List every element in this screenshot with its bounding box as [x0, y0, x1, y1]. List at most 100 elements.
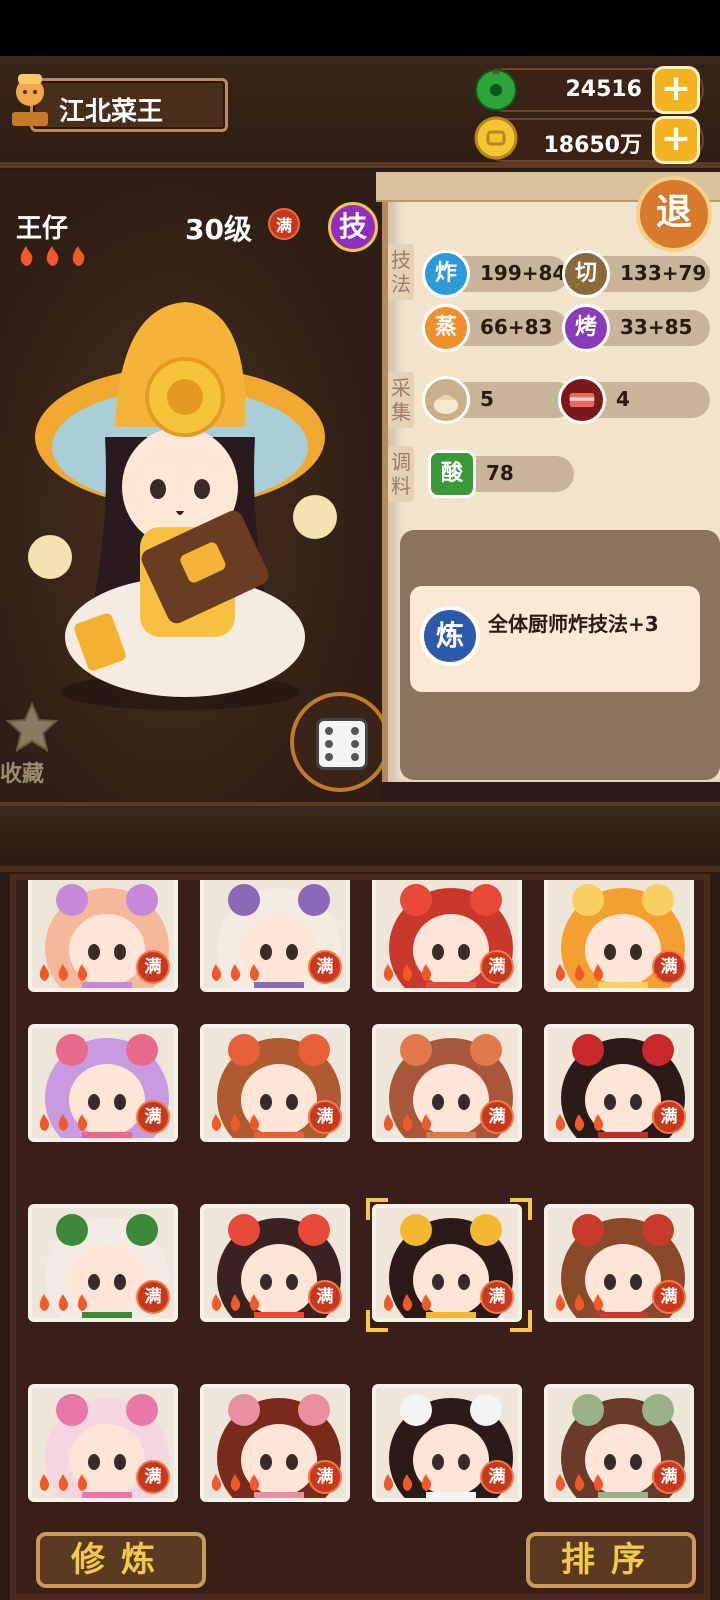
favorite-label[interactable]: 收藏	[0, 756, 44, 788]
skill-fry-value: 199+84	[480, 261, 567, 285]
max-level-badge: 满	[308, 1100, 342, 1134]
gather-flour-value: 5	[480, 387, 494, 411]
max-level-badge: 满	[268, 208, 300, 240]
max-level-badge: 满	[480, 1460, 514, 1494]
max-level-badge: 满	[308, 1280, 342, 1314]
rarity-flames-icon	[555, 1474, 604, 1491]
max-level-badge: 满	[136, 1460, 170, 1494]
chef-card[interactable]: 满	[28, 1204, 178, 1322]
chef-card[interactable]: 满	[200, 1024, 350, 1142]
dice-icon	[316, 718, 368, 770]
chef-card[interactable]: 满	[372, 1204, 522, 1322]
max-level-badge: 满	[652, 1460, 686, 1494]
chef-card[interactable]: 满	[372, 880, 522, 992]
cut-icon: 切	[562, 250, 610, 298]
chef-card[interactable]: 满	[372, 1384, 522, 1502]
max-level-badge: 满	[136, 1100, 170, 1134]
max-level-badge: 满	[480, 1280, 514, 1314]
skills-section-label: 技法	[388, 244, 414, 300]
chef-card[interactable]: 满	[372, 1024, 522, 1142]
chef-card[interactable]: 满	[200, 880, 350, 992]
rarity-flames-icon	[383, 1474, 432, 1491]
max-level-badge: 满	[308, 1460, 342, 1494]
flour-sack-icon	[422, 376, 470, 424]
coin-currency: 18650万 +	[474, 116, 704, 164]
rarity-flames-icon	[20, 246, 85, 266]
chef-card[interactable]: 满	[200, 1204, 350, 1322]
random-dice-button[interactable]	[290, 692, 390, 792]
header-bar: 江北菜王 24516 + 18650万 +	[0, 56, 720, 168]
max-level-badge: 满	[480, 1100, 514, 1134]
chef-card[interactable]: 满	[28, 880, 178, 992]
skill-steam-stat: 蒸 66+83	[422, 304, 568, 352]
max-level-badge: 满	[136, 1280, 170, 1314]
chef-card[interactable]: 满	[544, 1204, 694, 1322]
gather-meat-value: 4	[616, 387, 630, 411]
status-bar	[0, 0, 720, 56]
skill-roast-value: 33+85	[620, 315, 693, 339]
rarity-flames-icon	[555, 964, 604, 981]
sort-button[interactable]: 排序	[526, 1532, 696, 1588]
rarity-flames-icon	[211, 1474, 260, 1491]
gather-meat-stat: 4	[558, 376, 710, 424]
skill-fry-stat: 炸 199+84	[422, 250, 568, 298]
effect-card: 炼 全体厨师炸技法+3	[410, 586, 700, 692]
shelf-divider	[0, 802, 720, 872]
chef-card[interactable]: 满	[544, 880, 694, 992]
favorite-star-icon[interactable]	[4, 700, 60, 756]
fry-icon: 炸	[422, 250, 470, 298]
rarity-flames-icon	[383, 1294, 432, 1311]
rarity-flames-icon	[39, 1474, 88, 1491]
restaurant-title-plate[interactable]: 江北菜王	[30, 78, 228, 132]
chef-portrait	[28, 302, 337, 710]
skill-cut-stat: 切 133+79	[562, 250, 710, 298]
restaurant-title: 江北菜王	[59, 97, 164, 127]
rarity-flames-icon	[555, 1114, 604, 1131]
refine-icon: 炼	[420, 606, 480, 666]
rarity-flames-icon	[211, 1294, 260, 1311]
chef-card[interactable]: 满	[200, 1384, 350, 1502]
gather-flour-stat: 5	[422, 376, 574, 424]
max-level-badge: 满	[136, 950, 170, 984]
rarity-flames-icon	[383, 1114, 432, 1131]
cultivate-button[interactable]: 修炼	[36, 1532, 206, 1588]
exit-button[interactable]: 退	[636, 176, 712, 252]
max-level-badge: 满	[652, 1280, 686, 1314]
chef-card[interactable]: 满	[28, 1384, 178, 1502]
sour-icon: 酸	[428, 450, 476, 498]
chef-name: 王仔	[16, 214, 69, 244]
rarity-flames-icon	[39, 964, 88, 981]
add-jade-button[interactable]: +	[652, 66, 700, 114]
rarity-flames-icon	[39, 1114, 88, 1131]
skill-button[interactable]: 技	[328, 202, 378, 252]
jade-amount: 24516	[565, 77, 642, 102]
chef-grid: 满满满满满满满满满满满满满满满满	[10, 874, 710, 1600]
add-coin-button[interactable]: +	[652, 116, 700, 164]
skill-steam-value: 66+83	[480, 315, 553, 339]
seasoning-section-label: 调料	[388, 446, 414, 502]
chef-card[interactable]: 满	[28, 1024, 178, 1142]
selection-corner	[366, 1198, 388, 1220]
selection-corner	[510, 1310, 532, 1332]
rarity-flames-icon	[555, 1294, 604, 1311]
chef-detail-screen: 江北菜王 24516 + 18650万 + 王仔 30级 满 技 收藏 退 技法…	[0, 0, 720, 1600]
chef-card[interactable]: 满	[544, 1024, 694, 1142]
trophy-chef-icon	[12, 74, 48, 126]
max-level-badge: 满	[652, 950, 686, 984]
max-level-badge: 满	[652, 1100, 686, 1134]
selection-corner	[510, 1198, 532, 1220]
seasoning-sour-stat: 酸 78	[428, 450, 574, 498]
coin-amount: 18650万	[543, 133, 642, 158]
jade-currency: 24516 +	[475, 66, 704, 114]
chef-level: 30级	[185, 213, 252, 246]
max-level-badge: 满	[308, 950, 342, 984]
selection-corner	[366, 1310, 388, 1332]
rarity-flames-icon	[383, 964, 432, 981]
coin-icon	[474, 116, 518, 160]
skill-roast-stat: 烤 33+85	[562, 304, 710, 352]
effect-description: 全体厨师炸技法+3	[488, 612, 659, 636]
skill-cut-value: 133+79	[620, 261, 707, 285]
rarity-flames-icon	[211, 964, 260, 981]
roast-icon: 烤	[562, 304, 610, 352]
chef-card[interactable]: 满	[544, 1384, 694, 1502]
